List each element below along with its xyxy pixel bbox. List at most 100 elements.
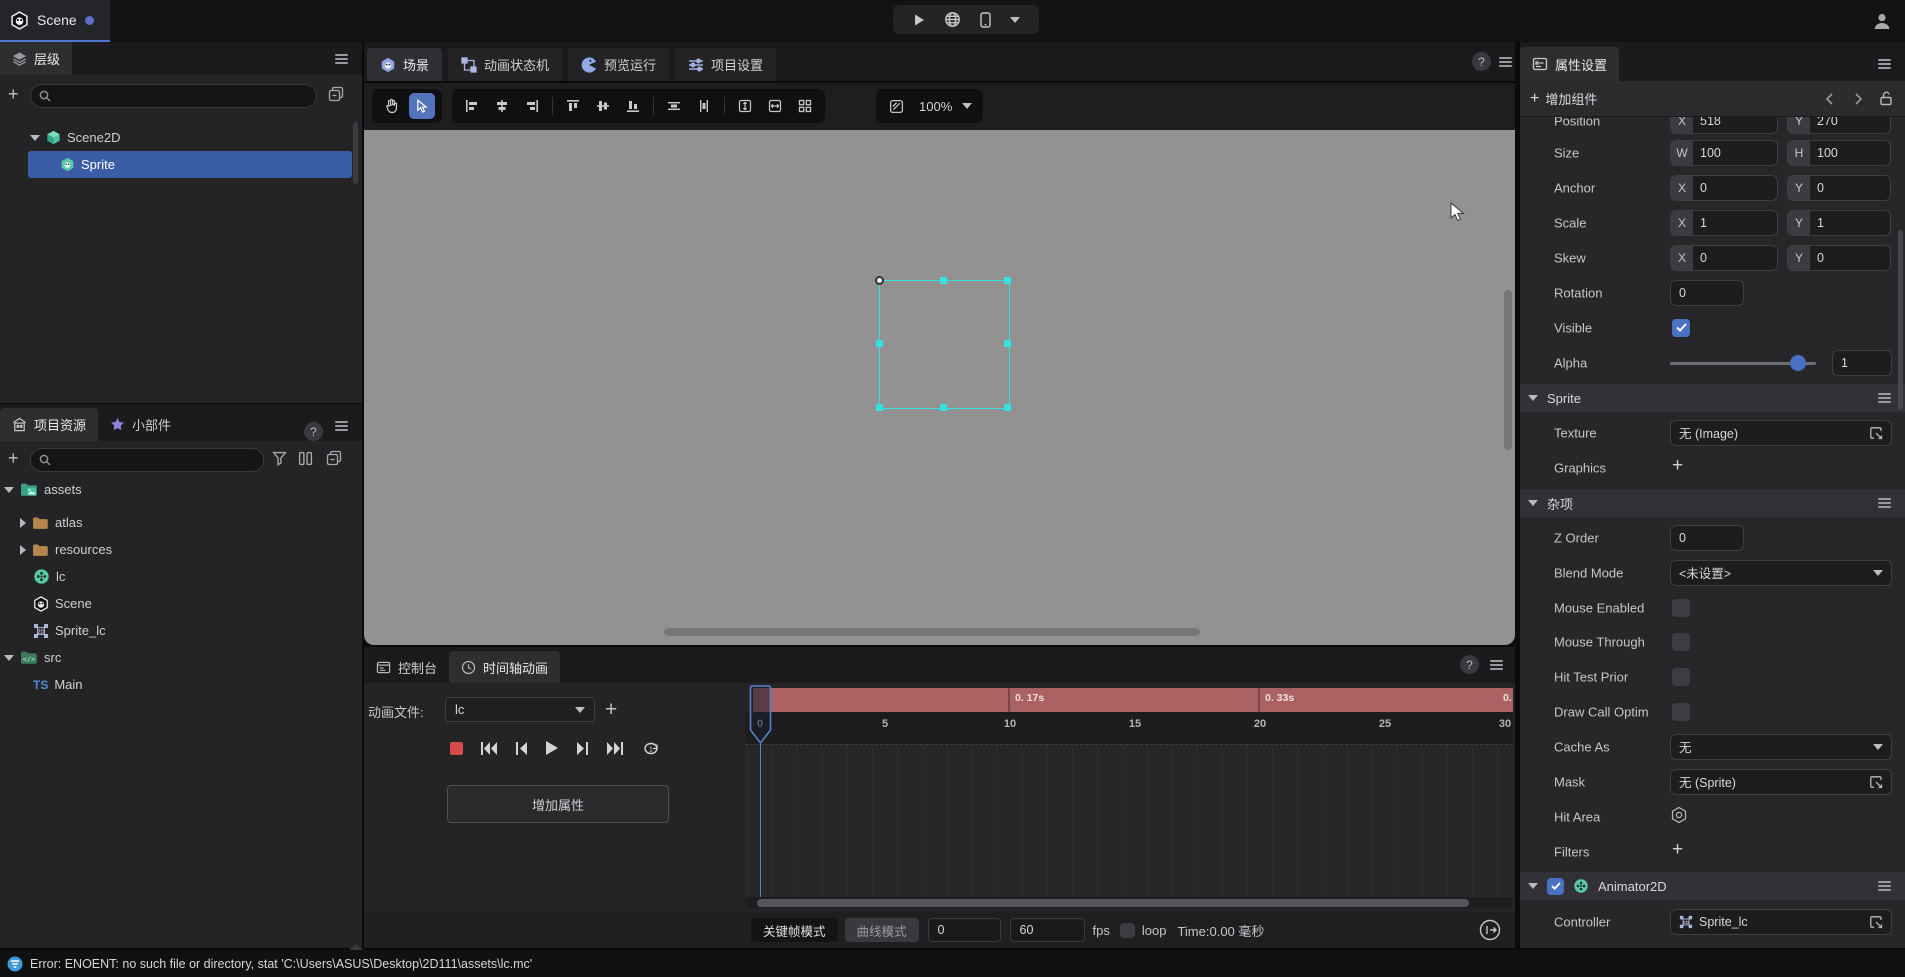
section-misc[interactable]: 杂项 (1520, 489, 1905, 517)
section-sprite[interactable]: Sprite (1520, 384, 1905, 412)
animator2d-enabled-checkbox[interactable] (1547, 878, 1564, 895)
tree-item-sprite-lc[interactable]: 2D Sprite_lc (33, 617, 106, 644)
tab-preview-run[interactable]: 预览运行 (568, 48, 669, 81)
selection-handle-bottomleft[interactable] (876, 404, 883, 411)
fps-input[interactable]: 60 (1010, 918, 1085, 942)
tree-item-sprite[interactable]: Sprite (28, 151, 352, 178)
timeline-menu-icon[interactable] (1490, 658, 1503, 672)
add-component-button[interactable]: 增加组件 (1545, 89, 1597, 108)
expand-arrow-icon[interactable] (30, 135, 40, 141)
scene-canvas[interactable] (364, 130, 1515, 645)
timeline-help-icon[interactable]: ? (1460, 655, 1479, 674)
z-order-input[interactable]: 0 (1670, 525, 1744, 551)
expand-arrow-icon[interactable] (4, 487, 14, 493)
playhead-marker[interactable] (749, 685, 772, 745)
scale-y-input[interactable]: Y1 (1787, 210, 1891, 236)
hierarchy-collapse-icon[interactable] (328, 86, 344, 102)
add-property-button[interactable]: 增加属性 (447, 785, 669, 823)
expand-arrow-icon[interactable] (4, 655, 14, 661)
tab-project-resources[interactable]: 项目资源 (0, 408, 98, 441)
timeline-ruler[interactable]: 0 5 10 15 20 25 30 (745, 712, 1513, 744)
assets-help-icon[interactable]: ? (304, 422, 323, 441)
scene-document-tab[interactable]: Scene (0, 0, 110, 42)
selection-box[interactable] (879, 280, 1010, 409)
scene-help-icon[interactable]: ? (1472, 52, 1491, 71)
assets-search-input[interactable] (30, 448, 264, 472)
selection-handle-bottom[interactable] (940, 404, 947, 411)
align-bottom-icon[interactable] (620, 93, 646, 119)
align-middle-v-icon[interactable] (590, 93, 616, 119)
inspector-menu-icon[interactable] (1878, 57, 1891, 71)
visible-checkbox[interactable] (1672, 319, 1690, 337)
size-w-input[interactable]: W100 (1670, 140, 1778, 166)
tree-item-main[interactable]: TS Main (33, 671, 83, 698)
mobile-run-icon[interactable] (979, 12, 992, 28)
zoom-level-value[interactable]: 100% (919, 99, 952, 114)
tree-item-lc[interactable]: lc (33, 563, 65, 590)
zoom-dropdown-caret[interactable] (962, 103, 972, 109)
unlock-icon[interactable] (1879, 91, 1893, 106)
timeline-scroll-thumb[interactable] (757, 899, 1469, 907)
alpha-slider-handle[interactable] (1790, 355, 1806, 371)
timeline-grid[interactable] (745, 744, 1513, 908)
tree-item-resources[interactable]: resources (20, 536, 112, 563)
keyframe-mode-button[interactable]: 关键帧模式 (751, 918, 838, 942)
pivot-point[interactable] (875, 276, 884, 285)
cache-as-select[interactable]: 无 (1670, 734, 1892, 760)
section-collapse-arrow[interactable] (1528, 883, 1538, 889)
controller-ref-input[interactable]: 2D Sprite_lc (1670, 909, 1892, 935)
size-h-input[interactable]: H100 (1787, 140, 1891, 166)
tab-animation-statemachine[interactable]: 动画状态机 (448, 48, 562, 81)
play-anim-icon[interactable] (546, 741, 558, 755)
align-center-h-icon[interactable] (489, 93, 515, 119)
selection-handle-bottomright[interactable] (1004, 404, 1011, 411)
tree-item-src[interactable]: </> src (4, 644, 61, 671)
tab-console[interactable]: 控制台 (364, 651, 449, 683)
hit-area-picker-icon[interactable] (1670, 806, 1688, 824)
rotation-input[interactable]: 0 (1670, 280, 1744, 306)
tree-item-scene2d[interactable]: Scene2D (30, 124, 120, 151)
stretch-height-icon[interactable] (732, 93, 758, 119)
timeline-scroll-track[interactable] (745, 897, 1513, 908)
loop-once-icon[interactable]: 1 (641, 740, 661, 757)
inspector-scrollbar[interactable] (1898, 230, 1903, 410)
anim-file-dropdown[interactable]: lc (445, 697, 595, 722)
tab-widgets[interactable]: 小部件 (98, 408, 183, 441)
selection-handle-topright[interactable] (1004, 277, 1011, 284)
user-account-icon[interactable] (1872, 11, 1892, 31)
nav-forward-icon[interactable] (1851, 92, 1865, 106)
record-stop-button[interactable] (450, 742, 463, 755)
texture-ref-input[interactable]: 无 (Image) (1670, 420, 1892, 446)
mouse-enabled-checkbox[interactable] (1672, 599, 1690, 617)
anchor-x-input[interactable]: X0 (1670, 175, 1778, 201)
asset-picker-icon[interactable] (1869, 915, 1883, 929)
selection-handle-right[interactable] (1004, 340, 1011, 347)
asset-picker-icon[interactable] (1869, 426, 1883, 440)
hit-test-prior-checkbox[interactable] (1672, 668, 1690, 686)
grid-layout-icon[interactable] (792, 93, 818, 119)
skew-x-input[interactable]: X0 (1670, 245, 1778, 271)
play-button[interactable] (912, 13, 926, 27)
hierarchy-add-button[interactable]: + (8, 85, 19, 103)
scale-x-input[interactable]: X1 (1670, 210, 1778, 236)
prev-frame-icon[interactable] (516, 742, 528, 755)
distribute-h-icon[interactable] (661, 93, 687, 119)
section-menu-icon[interactable] (1878, 496, 1891, 510)
tree-item-scene[interactable]: Scene (33, 590, 92, 617)
skew-y-input[interactable]: Y0 (1787, 245, 1891, 271)
canvas-hscrollbar[interactable] (664, 628, 1200, 636)
tab-properties[interactable]: 属性设置 (1520, 47, 1619, 81)
canvas-vscrollbar[interactable] (1504, 290, 1512, 450)
selection-handle-left[interactable] (876, 340, 883, 347)
filter-icon[interactable] (272, 451, 287, 466)
draw-call-optim-checkbox[interactable] (1672, 703, 1690, 721)
section-animator2d[interactable]: Animator2D (1520, 872, 1905, 900)
assets-add-button[interactable]: + (8, 449, 19, 467)
inspector-scroll[interactable]: Position X518 Y270 Size W100 H100 Anchor… (1520, 117, 1905, 948)
pan-hand-tool[interactable] (379, 93, 405, 119)
jump-to-export-icon[interactable] (1479, 919, 1501, 941)
tab-project-settings[interactable]: 项目设置 (675, 48, 776, 81)
section-collapse-arrow[interactable] (1528, 500, 1538, 506)
run-target-dropdown[interactable] (1010, 17, 1020, 23)
distribute-v-icon[interactable] (691, 93, 717, 119)
